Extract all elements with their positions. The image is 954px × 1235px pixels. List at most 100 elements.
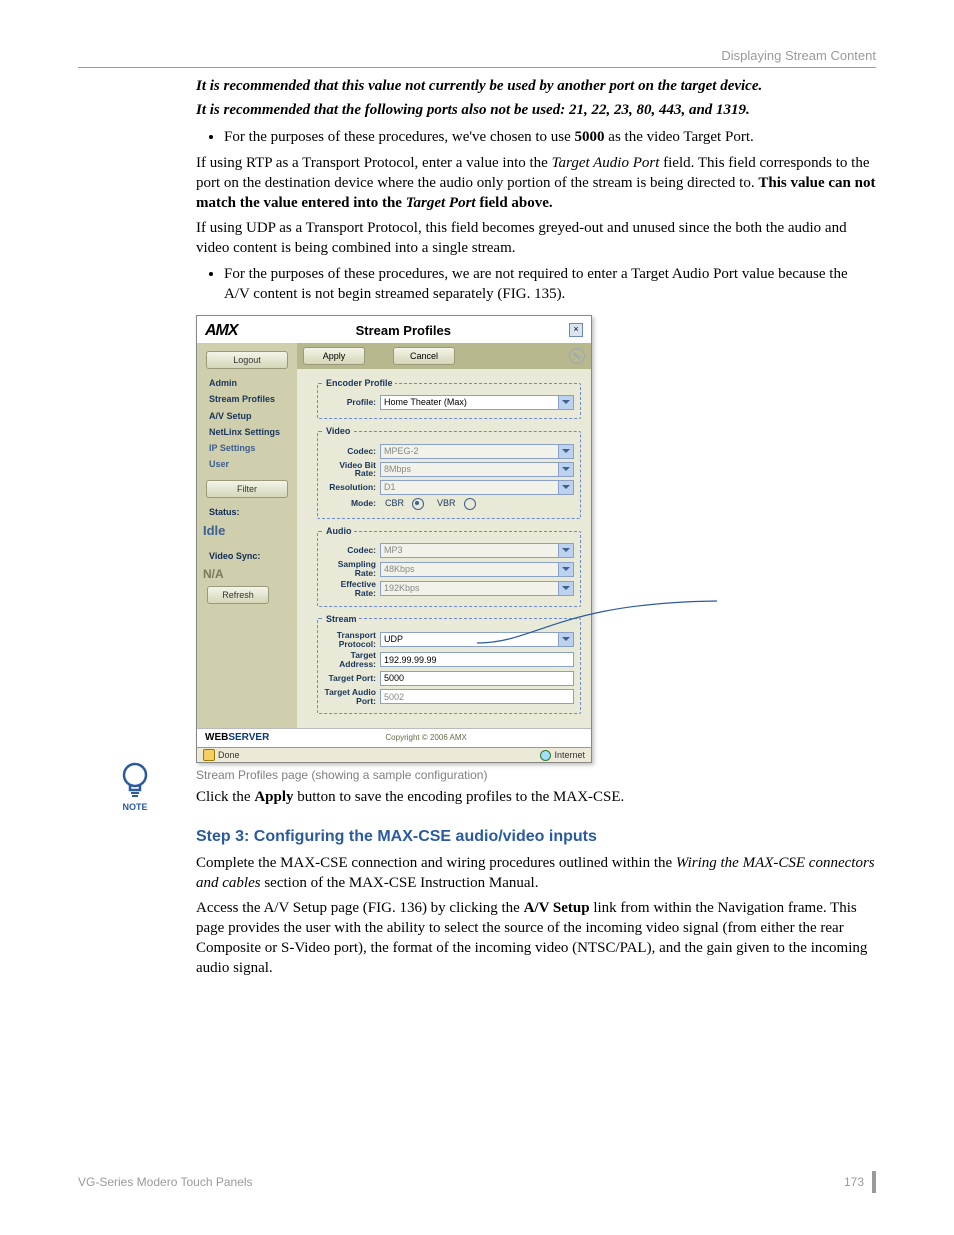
vbitrate-select[interactable]: 8Mbps xyxy=(380,462,574,477)
close-icon[interactable]: × xyxy=(569,323,583,337)
app-sidebar: Logout Admin Stream Profiles A/V Setup N… xyxy=(197,343,297,728)
app-toolbar: Apply Cancel xyxy=(297,343,591,369)
figure-caption: Stream Profiles page (showing a sample c… xyxy=(196,767,876,783)
addr-label: Target Address: xyxy=(324,651,380,669)
note-margin: NOTE xyxy=(90,760,180,812)
step3-p2: Access the A/V Setup page (FIG. 136) by … xyxy=(196,898,876,979)
aport-label: Target Audio Port: xyxy=(324,688,380,706)
bullet1-c: as the video Target Port. xyxy=(605,129,754,145)
embedded-app-screenshot: AMX Stream Profiles × Logout Admin Strea… xyxy=(196,315,592,764)
nav-admin[interactable]: Admin xyxy=(203,375,291,391)
page-footer: VG-Series Modero Touch Panels 173 xyxy=(78,1171,876,1193)
p1b: Target Audio Port xyxy=(552,155,660,171)
s3p1c: section of the MAX-CSE Instruction Manua… xyxy=(261,875,539,891)
vcodec-value: MPEG-2 xyxy=(384,446,419,456)
chevron-down-icon xyxy=(558,481,573,494)
vres-label: Resolution: xyxy=(324,483,380,492)
status-done: Done xyxy=(218,749,240,761)
acodec-value: MP3 xyxy=(384,545,403,555)
webserver-logo: WEBSERVER xyxy=(205,731,269,745)
vcodec-label: Codec: xyxy=(324,447,380,456)
footer-page-number: 173 xyxy=(844,1175,864,1189)
port-input[interactable] xyxy=(380,671,574,686)
vsync-label: Video Sync: xyxy=(203,548,291,564)
vmode-options: CBR VBR xyxy=(380,497,574,510)
aeff-select[interactable]: 192Kbps xyxy=(380,581,574,596)
proto-label: Transport Protocol: xyxy=(324,631,380,649)
profile-select[interactable]: Home Theater (Max) xyxy=(380,395,574,410)
refresh-icon[interactable] xyxy=(569,348,585,364)
step3-p1: Complete the MAX-CSE connection and wiri… xyxy=(196,853,876,894)
addr-input[interactable] xyxy=(380,652,574,667)
click-apply-a: Click the xyxy=(196,789,254,805)
vbitrate-value: 8Mbps xyxy=(384,464,411,474)
vsync-value: N/A xyxy=(203,564,291,584)
nav-stream-profiles[interactable]: Stream Profiles xyxy=(203,391,291,407)
para-rtp: If using RTP as a Transport Protocol, en… xyxy=(196,153,876,214)
header-rule xyxy=(78,67,876,68)
chevron-down-icon xyxy=(558,396,573,409)
aeff-value: 192Kbps xyxy=(384,583,420,593)
chevron-down-icon xyxy=(558,463,573,476)
webserver-pre: WEB xyxy=(205,732,228,743)
click-apply-text: Click the Apply button to save the encod… xyxy=(196,787,876,807)
nav-user[interactable]: User xyxy=(203,456,291,472)
step3-heading: Step 3: Configuring the MAX-CSE audio/vi… xyxy=(78,826,876,848)
lightbulb-icon xyxy=(117,760,153,800)
vmode-label: Mode: xyxy=(324,499,380,508)
webserver-suf: SERVER xyxy=(228,732,269,743)
video-group: Video Codec:MPEG-2 Video Bit Rate:8Mbps … xyxy=(317,425,581,519)
logout-button[interactable]: Logout xyxy=(206,351,288,369)
cbr-radio[interactable] xyxy=(412,498,424,510)
s3p2b: A/V Setup xyxy=(524,900,590,916)
footer-title: VG-Series Modero Touch Panels xyxy=(78,1175,253,1189)
vbr-radio[interactable] xyxy=(464,498,476,510)
bullet1-a: For the purposes of these procedures, we… xyxy=(224,129,575,145)
bullet-no-audio-port: For the purposes of these procedures, we… xyxy=(224,264,876,305)
cancel-button[interactable]: Cancel xyxy=(393,347,455,365)
chevron-down-icon xyxy=(558,544,573,557)
aport-input[interactable] xyxy=(380,689,574,704)
app-title: Stream Profiles xyxy=(238,322,569,340)
vres-value: D1 xyxy=(384,482,396,492)
vres-select[interactable]: D1 xyxy=(380,480,574,495)
aeff-label: Effective Rate: xyxy=(324,580,380,598)
note-label: NOTE xyxy=(122,802,147,812)
asamp-select[interactable]: 48Kbps xyxy=(380,562,574,577)
recommendation-2: It is recommended that the following por… xyxy=(196,100,876,120)
bullet-target-port: For the purposes of these procedures, we… xyxy=(224,127,876,147)
copyright-text: Copyright © 2006 AMX xyxy=(269,733,583,744)
acodec-select[interactable]: MP3 xyxy=(380,543,574,558)
video-legend: Video xyxy=(324,425,352,437)
nav-av-setup[interactable]: A/V Setup xyxy=(203,408,291,424)
chevron-down-icon xyxy=(558,633,573,646)
encoder-legend: Encoder Profile xyxy=(324,377,395,389)
vcodec-select[interactable]: MPEG-2 xyxy=(380,444,574,459)
recommendation-1: It is recommended that this value not cu… xyxy=(196,76,876,96)
apply-button[interactable]: Apply xyxy=(303,347,365,365)
chevron-down-icon xyxy=(558,445,573,458)
acodec-label: Codec: xyxy=(324,546,380,555)
port-label: Target Port: xyxy=(324,674,380,683)
globe-icon xyxy=(540,750,551,761)
s3p2a: Access the A/V Setup page (FIG. 136) by … xyxy=(196,900,524,916)
s3p1a: Complete the MAX-CSE connection and wiri… xyxy=(196,855,676,871)
p1e: Target Port xyxy=(406,195,476,211)
vbitrate-label: Video Bit Rate: xyxy=(324,461,380,479)
proto-select[interactable]: UDP xyxy=(380,632,574,647)
audio-group: Audio Codec: MP3 Sampling Rate: 48Kbps Eff… xyxy=(317,525,581,607)
asamp-value: 48Kbps xyxy=(384,564,415,574)
done-icon xyxy=(203,749,215,761)
nav-netlinx-settings[interactable]: NetLinx Settings xyxy=(203,424,291,440)
cbr-label: CBR xyxy=(385,498,404,508)
status-net: Internet xyxy=(554,749,585,761)
audio-legend: Audio xyxy=(324,525,354,537)
bullet1-b: 5000 xyxy=(575,129,605,145)
refresh-button[interactable]: Refresh xyxy=(207,586,269,604)
nav-ip-settings[interactable]: IP Settings xyxy=(203,440,291,456)
filter-button[interactable]: Filter xyxy=(206,480,288,498)
asamp-label: Sampling Rate: xyxy=(324,560,380,578)
app-logo: AMX xyxy=(205,320,238,342)
stream-group: Stream Transport Protocol:UDP Target Add… xyxy=(317,613,581,715)
proto-value: UDP xyxy=(384,634,403,644)
